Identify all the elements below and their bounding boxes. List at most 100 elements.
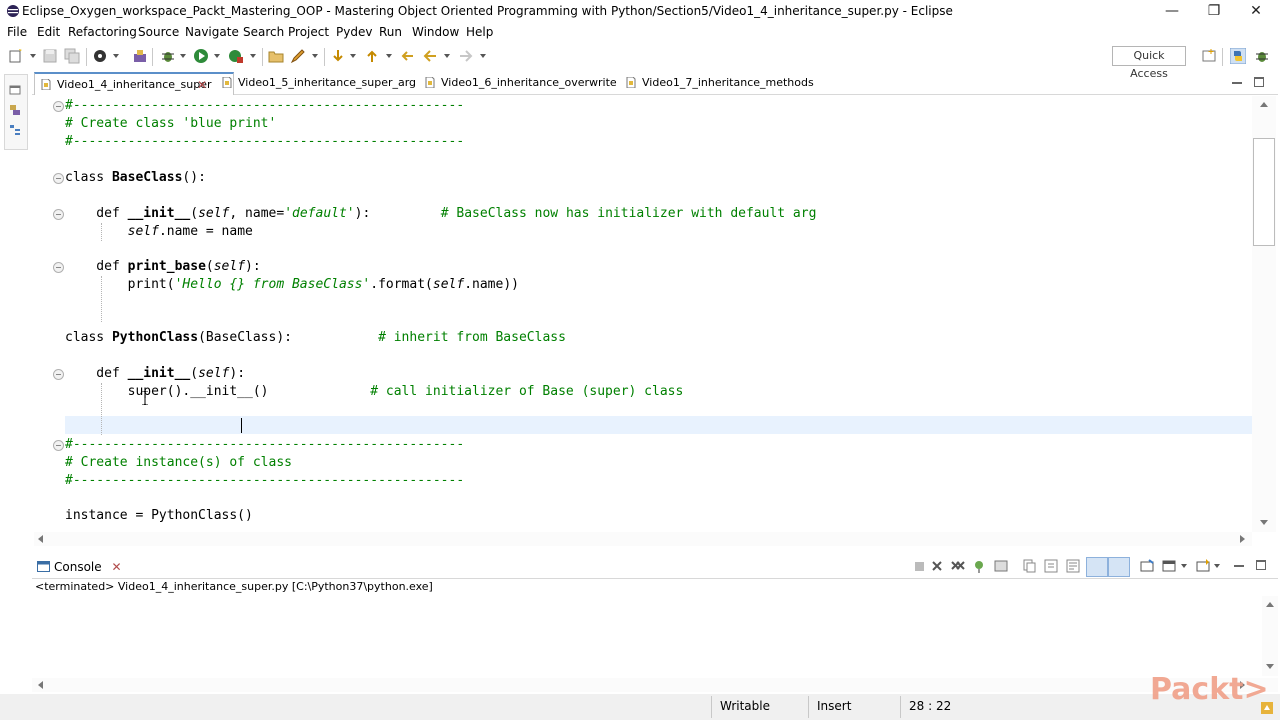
console-output[interactable] bbox=[32, 596, 1262, 676]
copy-icon[interactable] bbox=[1022, 559, 1036, 573]
menu-file[interactable]: File bbox=[7, 25, 27, 39]
status-separator bbox=[808, 696, 809, 718]
display-console-icon[interactable] bbox=[994, 559, 1008, 573]
word-wrap-icon[interactable] bbox=[1066, 559, 1080, 573]
fold-toggle-icon[interactable] bbox=[53, 209, 64, 220]
scroll-up-icon[interactable] bbox=[1260, 102, 1268, 107]
outline-icon[interactable] bbox=[9, 124, 21, 136]
current-line-highlight bbox=[65, 416, 1252, 434]
tab-video1-7-inheritance-methods[interactable]: Video1_7_inheritance_methods bbox=[620, 72, 814, 94]
code-line: super().__init__() # call initializer of… bbox=[65, 384, 684, 399]
pin-console-icon[interactable] bbox=[972, 559, 986, 573]
scroll-lock-icon[interactable] bbox=[1044, 559, 1058, 573]
forward-icon[interactable] bbox=[458, 48, 474, 64]
save-all-icon[interactable] bbox=[64, 48, 80, 64]
code-line: #---------------------------------------… bbox=[65, 98, 465, 113]
console-vertical-scrollbar[interactable] bbox=[1262, 596, 1278, 676]
previous-annotation-dropdown-icon[interactable] bbox=[386, 54, 392, 58]
menu-edit[interactable]: Edit bbox=[37, 25, 60, 39]
code-line: def __init__(self, name='default'): # Ba… bbox=[65, 206, 817, 221]
tab-video1-5-inheritance-super-arg[interactable]: Video1_5_inheritance_super_arg bbox=[216, 72, 416, 94]
new-console-dropdown-icon[interactable] bbox=[1181, 564, 1187, 568]
menu-run[interactable]: Run bbox=[379, 25, 402, 39]
console-process-status: <terminated> Video1_4_inheritance_super.… bbox=[35, 580, 433, 593]
new-console-icon[interactable] bbox=[1162, 559, 1176, 573]
close-tab-icon[interactable]: ✕ bbox=[197, 78, 207, 92]
close-window-button[interactable]: ✕ bbox=[1236, 2, 1276, 20]
run-icon[interactable] bbox=[193, 48, 209, 64]
fold-toggle-icon[interactable] bbox=[53, 440, 64, 451]
last-edit-icon[interactable] bbox=[400, 48, 416, 64]
pen-icon[interactable] bbox=[290, 48, 306, 64]
tab-video1-4-inheritance-super[interactable]: Video1_4_inheritance_super ✕ bbox=[34, 72, 234, 95]
menu-navigate[interactable]: Navigate bbox=[185, 25, 239, 39]
new-icon[interactable] bbox=[8, 48, 24, 64]
back-dropdown-icon[interactable] bbox=[444, 54, 450, 58]
scroll-down-icon[interactable] bbox=[1266, 664, 1274, 669]
open-console-icon[interactable] bbox=[1140, 559, 1154, 573]
package-explorer-icon[interactable] bbox=[9, 104, 21, 116]
open-type-icon[interactable] bbox=[132, 48, 148, 64]
tab-console[interactable]: Console ✕ bbox=[34, 557, 122, 577]
scroll-right-icon[interactable] bbox=[1240, 535, 1245, 543]
menu-refactoring[interactable]: Refactoring bbox=[68, 25, 137, 39]
open-folder-icon[interactable] bbox=[268, 48, 284, 64]
pydev-perspective-icon[interactable] bbox=[1230, 48, 1246, 64]
tab-video1-6-inheritance-overwrite[interactable]: Video1_6_inheritance_overwrite bbox=[419, 72, 617, 94]
external-tools-dropdown-icon[interactable] bbox=[250, 54, 256, 58]
next-annotation-icon[interactable] bbox=[330, 48, 346, 64]
previous-annotation-icon[interactable] bbox=[364, 48, 380, 64]
menu-pydev[interactable]: Pydev bbox=[336, 25, 372, 39]
debug-dropdown-icon[interactable] bbox=[180, 54, 186, 58]
menu-search[interactable]: Search bbox=[243, 25, 284, 39]
show-console-stdout-toggle[interactable] bbox=[1086, 557, 1108, 577]
restore-button[interactable]: ❐ bbox=[1194, 2, 1234, 20]
scroll-up-icon[interactable] bbox=[1266, 602, 1274, 607]
menu-help[interactable]: Help bbox=[466, 25, 493, 39]
fold-toggle-icon[interactable] bbox=[53, 173, 64, 184]
run-dropdown-icon[interactable] bbox=[214, 54, 220, 58]
status-cursor-position: 28 : 22 bbox=[909, 699, 952, 713]
terminate-icon[interactable] bbox=[914, 561, 925, 572]
new-dropdown-icon[interactable] bbox=[30, 54, 36, 58]
close-console-icon[interactable]: ✕ bbox=[111, 560, 121, 574]
menu-window[interactable]: Window bbox=[412, 25, 459, 39]
maximize-editor-icon[interactable] bbox=[1254, 77, 1264, 87]
menu-source[interactable]: Source bbox=[138, 25, 179, 39]
code-line: class BaseClass(): bbox=[65, 170, 206, 185]
scroll-left-icon[interactable] bbox=[38, 535, 43, 543]
editor-horizontal-scrollbar[interactable] bbox=[34, 532, 1252, 546]
maximize-console-icon[interactable] bbox=[1256, 560, 1266, 570]
minimize-console-icon[interactable] bbox=[1234, 565, 1244, 567]
pen-dropdown-icon[interactable] bbox=[312, 54, 318, 58]
external-tools-icon[interactable] bbox=[228, 48, 244, 64]
remove-launch-icon[interactable] bbox=[930, 559, 944, 573]
scrollbar-thumb[interactable] bbox=[1253, 138, 1275, 246]
debug-perspective-icon[interactable] bbox=[1254, 48, 1270, 64]
console-horizontal-scrollbar[interactable] bbox=[32, 678, 1278, 692]
toolbar-separator bbox=[152, 48, 153, 66]
debug-config-icon[interactable] bbox=[92, 48, 108, 64]
code-editor[interactable]: #---------------------------------------… bbox=[34, 96, 1252, 532]
debug-icon[interactable] bbox=[160, 48, 176, 64]
remove-all-terminated-icon[interactable] bbox=[950, 559, 966, 573]
back-icon[interactable] bbox=[422, 48, 438, 64]
scroll-left-icon[interactable] bbox=[38, 681, 43, 689]
minimize-button[interactable]: — bbox=[1152, 2, 1192, 20]
next-annotation-dropdown-icon[interactable] bbox=[350, 54, 356, 58]
debug-config-dropdown-icon[interactable] bbox=[113, 54, 119, 58]
forward-dropdown-icon[interactable] bbox=[480, 54, 486, 58]
menu-project[interactable]: Project bbox=[288, 25, 329, 39]
scroll-down-icon[interactable] bbox=[1260, 520, 1268, 525]
open-perspective-icon[interactable] bbox=[1201, 48, 1217, 64]
fold-toggle-icon[interactable] bbox=[53, 369, 64, 380]
restore-view-icon[interactable] bbox=[9, 84, 21, 96]
show-console-stderr-toggle[interactable] bbox=[1108, 557, 1130, 577]
fold-toggle-icon[interactable] bbox=[53, 262, 64, 273]
view-menu-icon[interactable] bbox=[1196, 559, 1210, 573]
save-icon[interactable] bbox=[42, 48, 58, 64]
minimize-editor-icon[interactable] bbox=[1232, 82, 1242, 84]
view-menu-dropdown-icon[interactable] bbox=[1214, 564, 1220, 568]
fold-toggle-icon[interactable] bbox=[53, 101, 64, 112]
quick-access-input[interactable]: Quick Access bbox=[1112, 46, 1186, 80]
